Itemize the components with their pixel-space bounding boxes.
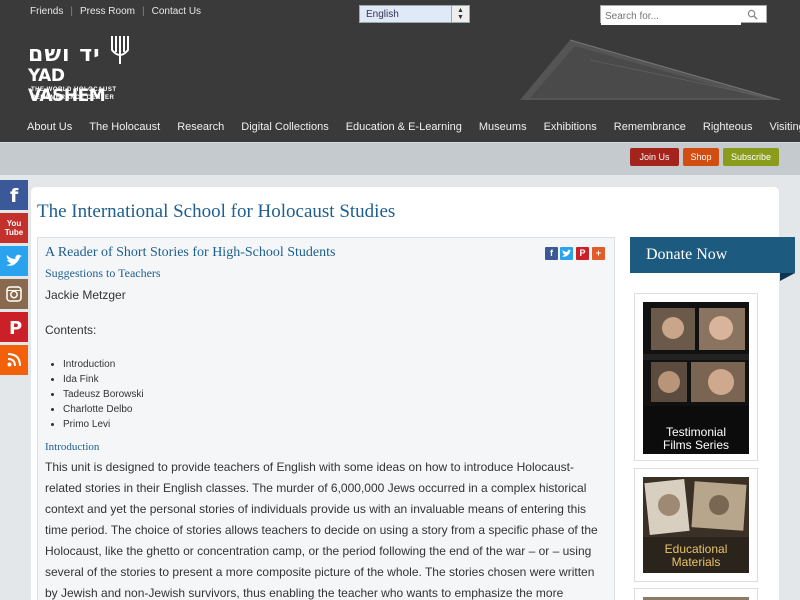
twitter-share-icon[interactable] bbox=[560, 247, 573, 260]
donate-now-button[interactable]: Donate Now bbox=[630, 237, 795, 273]
header-decoration bbox=[520, 39, 781, 101]
facebook-icon[interactable]: f bbox=[0, 180, 28, 210]
youtube-label: You bbox=[6, 219, 22, 228]
logo-tagline: THE WORLD HOLOCAUST bbox=[31, 87, 117, 93]
plus-share-icon[interactable]: + bbox=[592, 247, 605, 260]
article-author: Jackie Metzger bbox=[45, 288, 126, 302]
svg-text:f: f bbox=[10, 185, 19, 205]
main-nav: About Us The Holocaust Research Digital … bbox=[27, 121, 800, 133]
nav-education[interactable]: Education & E-Learning bbox=[346, 121, 462, 133]
facebook-share-icon[interactable]: f bbox=[545, 247, 558, 260]
subscribe-button[interactable]: Subscribe bbox=[723, 148, 779, 166]
select-arrows-icon: ▲ ▼ bbox=[451, 6, 469, 22]
nav-visiting[interactable]: Visiting bbox=[769, 121, 800, 133]
twitter-icon[interactable] bbox=[0, 246, 28, 276]
page-title: The International School for Holocaust S… bbox=[37, 201, 396, 222]
third-promo[interactable] bbox=[634, 588, 758, 600]
donate-ribbon-fold bbox=[780, 273, 795, 281]
contents-item-ida-fink[interactable]: Ida Fink bbox=[63, 372, 144, 387]
nav-museums[interactable]: Museums bbox=[479, 121, 527, 133]
pinterest-share-icon[interactable]: P bbox=[576, 247, 589, 260]
language-selected: English bbox=[366, 9, 399, 20]
shop-button[interactable]: Shop bbox=[683, 148, 719, 166]
social-sidebar: f You Tube P bbox=[0, 180, 28, 378]
contents-label: Contents: bbox=[45, 323, 97, 337]
contents-item-primo-levi[interactable]: Primo Levi bbox=[63, 417, 144, 432]
logo-tagline: REMEMBRANCE CENTER bbox=[31, 95, 115, 101]
instagram-icon[interactable] bbox=[0, 279, 28, 309]
introduction-text: This unit is designed to provide teacher… bbox=[45, 460, 598, 600]
nav-remembrance[interactable]: Remembrance bbox=[614, 121, 686, 133]
promo-caption: Materials bbox=[671, 555, 721, 569]
site-header: Friends | Press Room | Contact Us Englis… bbox=[0, 0, 800, 142]
utility-links: Friends | Press Room | Contact Us bbox=[30, 6, 201, 17]
yad-vashem-logo[interactable]: יד ושם YAD VASHEM THE WORLD HOLOCAUST RE… bbox=[26, 34, 136, 106]
language-select[interactable]: English ▲ ▼ bbox=[359, 5, 470, 23]
friends-link[interactable]: Friends bbox=[30, 6, 63, 17]
promo-caption: Films Series bbox=[662, 438, 729, 452]
contents-list: Introduction Ida Fink Tadeusz Borowski C… bbox=[63, 357, 144, 432]
contact-us-link[interactable]: Contact Us bbox=[152, 6, 201, 17]
nav-digital-collections[interactable]: Digital Collections bbox=[241, 121, 328, 133]
testimonial-films-image: Testimonial Films Series bbox=[643, 302, 749, 454]
pinterest-icon[interactable]: P bbox=[0, 312, 28, 342]
article-title: A Reader of Short Stories for High-Schoo… bbox=[45, 245, 336, 260]
contents-item-tadeusz-borowski[interactable]: Tadeusz Borowski bbox=[63, 387, 144, 402]
nav-about-us[interactable]: About Us bbox=[27, 121, 72, 133]
search-icon[interactable] bbox=[747, 9, 758, 20]
svg-text:P: P bbox=[9, 318, 22, 336]
nav-the-holocaust[interactable]: The Holocaust bbox=[89, 121, 160, 133]
testimonial-films-promo[interactable]: Testimonial Films Series bbox=[634, 293, 758, 461]
press-room-link[interactable]: Press Room bbox=[80, 6, 135, 17]
contents-item-introduction[interactable]: Introduction bbox=[63, 357, 144, 372]
menorah-icon bbox=[111, 36, 129, 64]
educational-materials-image: Educational Materials bbox=[643, 477, 749, 573]
nav-exhibitions[interactable]: Exhibitions bbox=[544, 121, 597, 133]
join-us-button[interactable]: Join Us bbox=[630, 148, 679, 166]
separator: | bbox=[141, 6, 145, 17]
search-input[interactable] bbox=[601, 8, 741, 25]
youtube-label: Tube bbox=[4, 228, 24, 237]
action-strip bbox=[0, 142, 800, 175]
separator: | bbox=[70, 6, 73, 17]
nav-righteous[interactable]: Righteous bbox=[703, 121, 753, 133]
article-subtitle: Suggestions to Teachers bbox=[45, 266, 161, 280]
educational-materials-promo[interactable]: Educational Materials bbox=[634, 468, 758, 582]
logo-hebrew: יד ושם bbox=[28, 42, 101, 67]
rss-icon[interactable] bbox=[0, 345, 28, 375]
nav-research[interactable]: Research bbox=[177, 121, 224, 133]
search-box bbox=[600, 5, 767, 25]
introduction-heading: Introduction bbox=[45, 441, 100, 453]
contents-item-charlotte-delbo[interactable]: Charlotte Delbo bbox=[63, 402, 144, 417]
youtube-icon[interactable]: You Tube bbox=[0, 213, 28, 243]
